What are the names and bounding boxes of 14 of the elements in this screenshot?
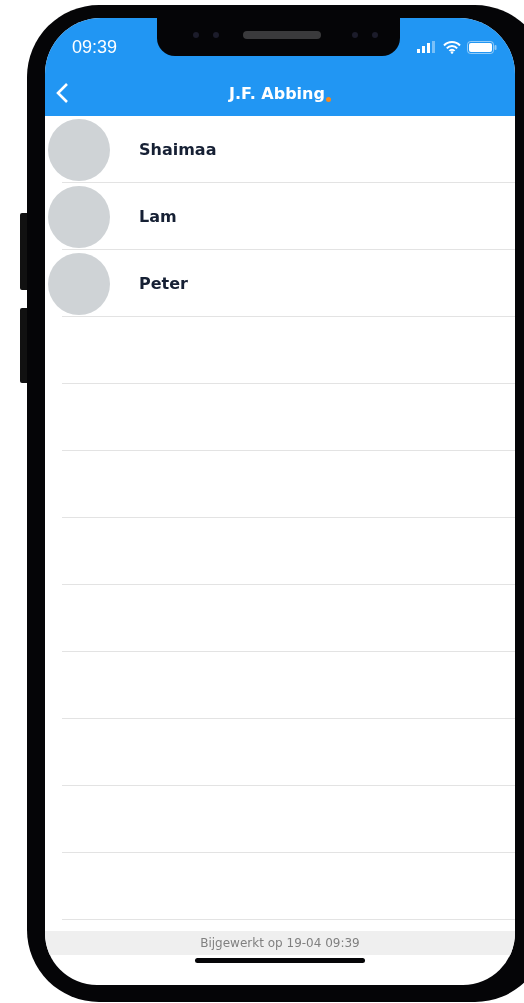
updated-text: Bijgewerkt op 19-04 09:39 — [200, 936, 360, 950]
dot-icon — [325, 96, 331, 102]
contact-row[interactable]: Shaimaa — [45, 116, 515, 183]
contact-row[interactable]: Peter — [45, 250, 515, 317]
chevron-left-icon — [55, 82, 69, 104]
battery-icon — [467, 40, 497, 54]
wifi-icon — [443, 40, 461, 54]
avatar-placeholder — [48, 252, 110, 315]
status-time: 09:39 — [72, 36, 118, 58]
avatar-placeholder — [48, 118, 110, 181]
nav-title: J.F. Abbing — [229, 83, 325, 103]
avatar-placeholder — [48, 185, 110, 248]
contact-row[interactable]: Lam — [45, 183, 515, 250]
signal-icon — [417, 41, 437, 53]
